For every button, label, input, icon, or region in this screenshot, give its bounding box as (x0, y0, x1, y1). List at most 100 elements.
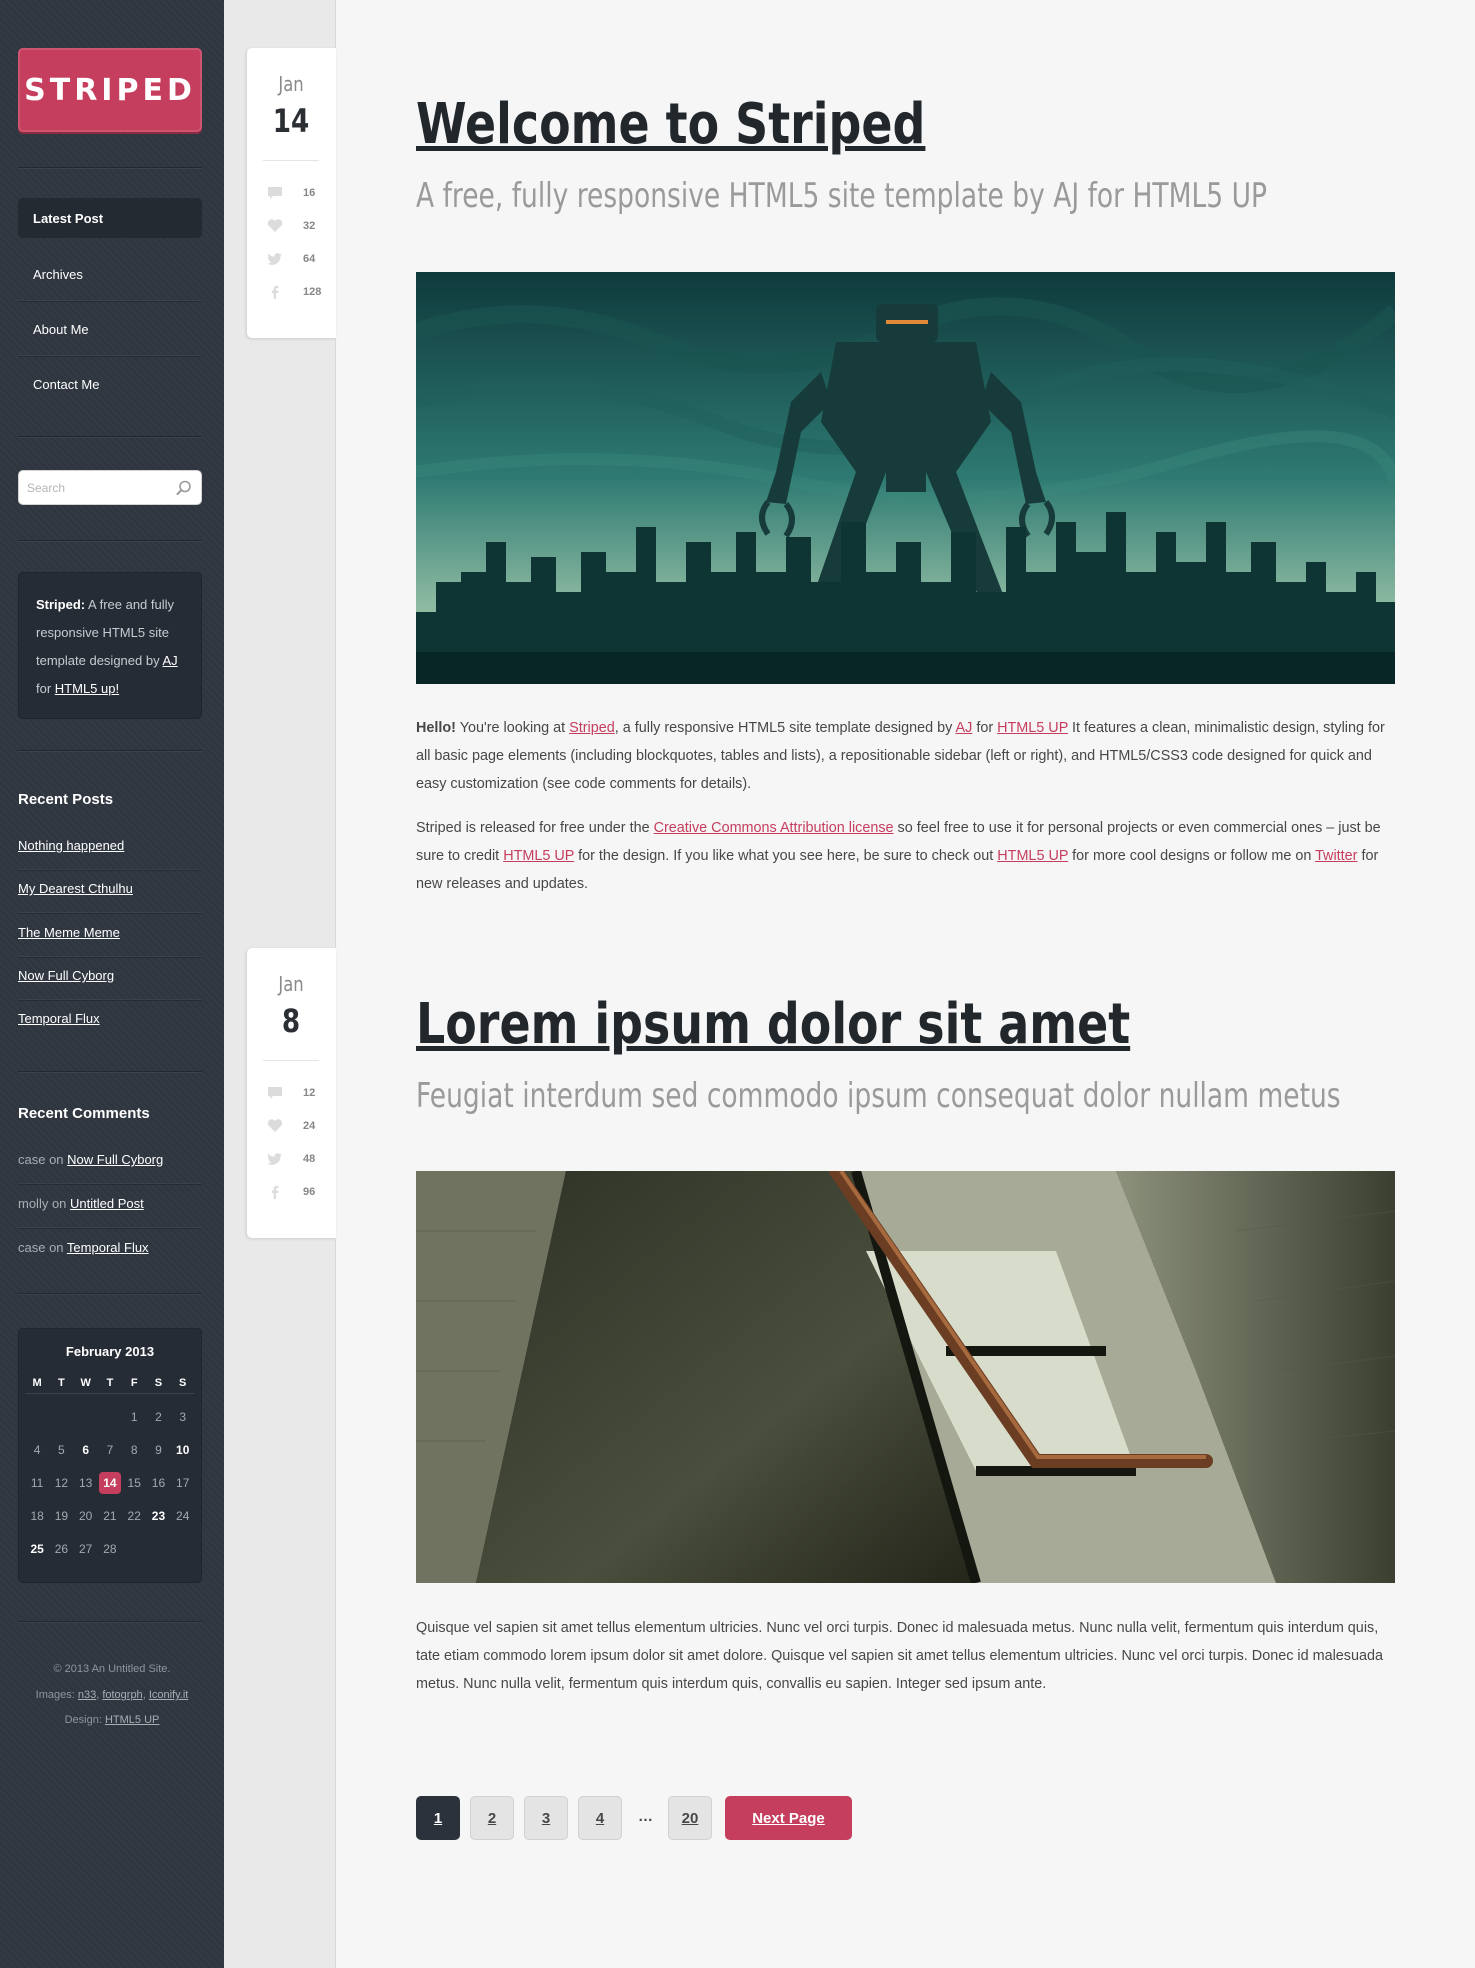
calendar-weekday: T (58, 1376, 65, 1389)
link-html5up[interactable]: HTML5 UP (997, 720, 1068, 736)
recent-comments-heading: Recent Comments (18, 1105, 150, 1122)
recent-comment: case on Now Full Cyborg (18, 1152, 163, 1167)
post-title[interactable]: Lorem ipsum dolor sit amet (416, 992, 1130, 1057)
twitter-count: 64 (303, 253, 316, 265)
likes-stat[interactable]: 32 (267, 217, 327, 237)
post-image-stairs[interactable] (416, 1171, 1395, 1583)
calendar-day[interactable]: 6 (74, 1443, 98, 1457)
comment-icon (268, 1087, 282, 1099)
recent-comment: molly on Untitled Post (18, 1196, 144, 1211)
calendar-day: 4 (33, 1442, 41, 1457)
calendar-weekday: F (130, 1376, 138, 1389)
link-html5up[interactable]: HTML5 UP (503, 848, 574, 864)
facebook-stat[interactable]: 128 (267, 283, 327, 303)
footer-image-link[interactable]: fotogrph (102, 1689, 142, 1701)
footer-image-link[interactable]: n33 (78, 1689, 96, 1701)
post-paragraph: Quisque vel sapien sit amet tellus eleme… (416, 1620, 1383, 1692)
link-striped[interactable]: Striped (569, 720, 615, 736)
about-text: for (36, 681, 55, 696)
calendar-day: 21 (103, 1508, 117, 1523)
post-subtitle: A free, fully responsive HTML5 site temp… (416, 176, 1268, 216)
about-link-html5up[interactable]: HTML5 up! (55, 681, 119, 696)
link-twitter[interactable]: Twitter (1315, 848, 1357, 864)
page-button-2[interactable]: 2 (470, 1796, 514, 1840)
divider (18, 355, 202, 357)
comments-stat[interactable]: 16 (267, 184, 327, 204)
calendar-week: 1 2 3 (25, 1400, 195, 1433)
comment-post-link[interactable]: Now Full Cyborg (67, 1152, 163, 1167)
link-cc-license[interactable]: Creative Commons Attribution license (654, 820, 894, 836)
next-page-button[interactable]: Next Page (725, 1796, 852, 1840)
post-date-card: Jan 8 12 24 48 96 (247, 948, 336, 1238)
stairway-image (416, 1171, 1395, 1583)
comment-author: case (18, 1152, 46, 1167)
nav-contact-me[interactable]: Contact Me (18, 364, 202, 404)
page-button-20[interactable]: 20 (668, 1796, 712, 1840)
footer-design-link[interactable]: HTML5 UP (105, 1714, 159, 1726)
recent-post-link[interactable]: My Dearest Cthulhu (18, 881, 133, 896)
search-input[interactable] (19, 471, 169, 504)
calendar-weekday: M (32, 1376, 42, 1389)
divider (18, 912, 202, 914)
calendar-day: 28 (103, 1541, 117, 1556)
calendar-day: 2 (155, 1409, 162, 1424)
comment-post-link[interactable]: Untitled Post (70, 1196, 144, 1211)
recent-post-link[interactable]: Temporal Flux (18, 1011, 100, 1026)
calendar-week: 25 26 27 28 (25, 1532, 195, 1565)
calendar-day: 7 (106, 1442, 114, 1457)
about-link-aj[interactable]: AJ (162, 653, 177, 668)
likes-stat[interactable]: 24 (267, 1117, 327, 1137)
post-title[interactable]: Welcome to Striped (416, 92, 925, 157)
post-month: Jan (278, 972, 304, 996)
twitter-stat[interactable]: 64 (267, 250, 327, 270)
recent-post-link[interactable]: Now Full Cyborg (18, 968, 114, 983)
calendar-grid: M T W T F S S 1 2 3 4 5 6 7 8 9 10 11 12 13 14 15 16 17 18 19 20 21… (25, 1372, 195, 1565)
recent-post-link[interactable]: Nothing happened (18, 838, 124, 853)
link-aj[interactable]: AJ (956, 720, 973, 736)
calendar-day[interactable]: 23 (146, 1509, 170, 1523)
recent-comment: case on Temporal Flux (18, 1240, 149, 1255)
twitter-stat[interactable]: 48 (267, 1150, 327, 1170)
calendar-week: 18 19 20 21 22 23 24 (25, 1499, 195, 1532)
calendar-day: 13 (78, 1475, 93, 1490)
divider (18, 540, 202, 542)
heart-icon (267, 1119, 283, 1132)
comment-author: case (18, 1240, 46, 1255)
calendar-day-today[interactable]: 14 (98, 1471, 122, 1494)
comment-on: on (45, 1152, 68, 1167)
footer-design: Design: HTML5 UP (0, 1714, 224, 1726)
page-button-3[interactable]: 3 (524, 1796, 568, 1840)
site-logo[interactable]: STRIPED (18, 48, 202, 132)
divider (18, 300, 202, 302)
post-month: Jan (278, 72, 304, 96)
page-button-4[interactable]: 4 (578, 1796, 622, 1840)
calendar-day: 8 (130, 1442, 138, 1457)
post-paragraph: Hello! You're looking at Striped, a full… (416, 714, 1398, 798)
search-box (18, 470, 202, 505)
comments-stat[interactable]: 12 (267, 1084, 327, 1104)
likes-count: 32 (303, 220, 316, 232)
calendar-day[interactable]: 25 (25, 1542, 49, 1556)
recent-post-link[interactable]: The Meme Meme (18, 925, 120, 940)
robot-city-image (416, 272, 1395, 684)
link-html5up[interactable]: HTML5 UP (997, 848, 1068, 864)
comment-author: molly (18, 1196, 49, 1211)
comments-count: 12 (303, 1087, 316, 1099)
post-paragraph: Striped is released for free under the C… (416, 814, 1398, 898)
divider (18, 1293, 202, 1295)
footer-image-link[interactable]: Iconify.it (149, 1689, 189, 1701)
calendar-weekday: T (106, 1376, 114, 1389)
calendar-day[interactable]: 10 (171, 1443, 195, 1457)
nav-latest-post[interactable]: Latest Post (18, 198, 202, 238)
comment-post-link[interactable]: Temporal Flux (67, 1240, 149, 1255)
nav-about-me[interactable]: About Me (18, 309, 202, 349)
calendar-week: 4 5 6 7 8 9 10 (25, 1433, 195, 1466)
divider (18, 436, 202, 438)
calendar-weekday: S (179, 1376, 187, 1389)
body-text: You're looking at (455, 720, 570, 736)
page-button-1[interactable]: 1 (416, 1796, 460, 1840)
post-image-robot[interactable] (416, 272, 1395, 684)
facebook-stat[interactable]: 96 (267, 1183, 327, 1203)
search-icon[interactable] (175, 479, 193, 497)
nav-archives[interactable]: Archives (18, 254, 202, 294)
